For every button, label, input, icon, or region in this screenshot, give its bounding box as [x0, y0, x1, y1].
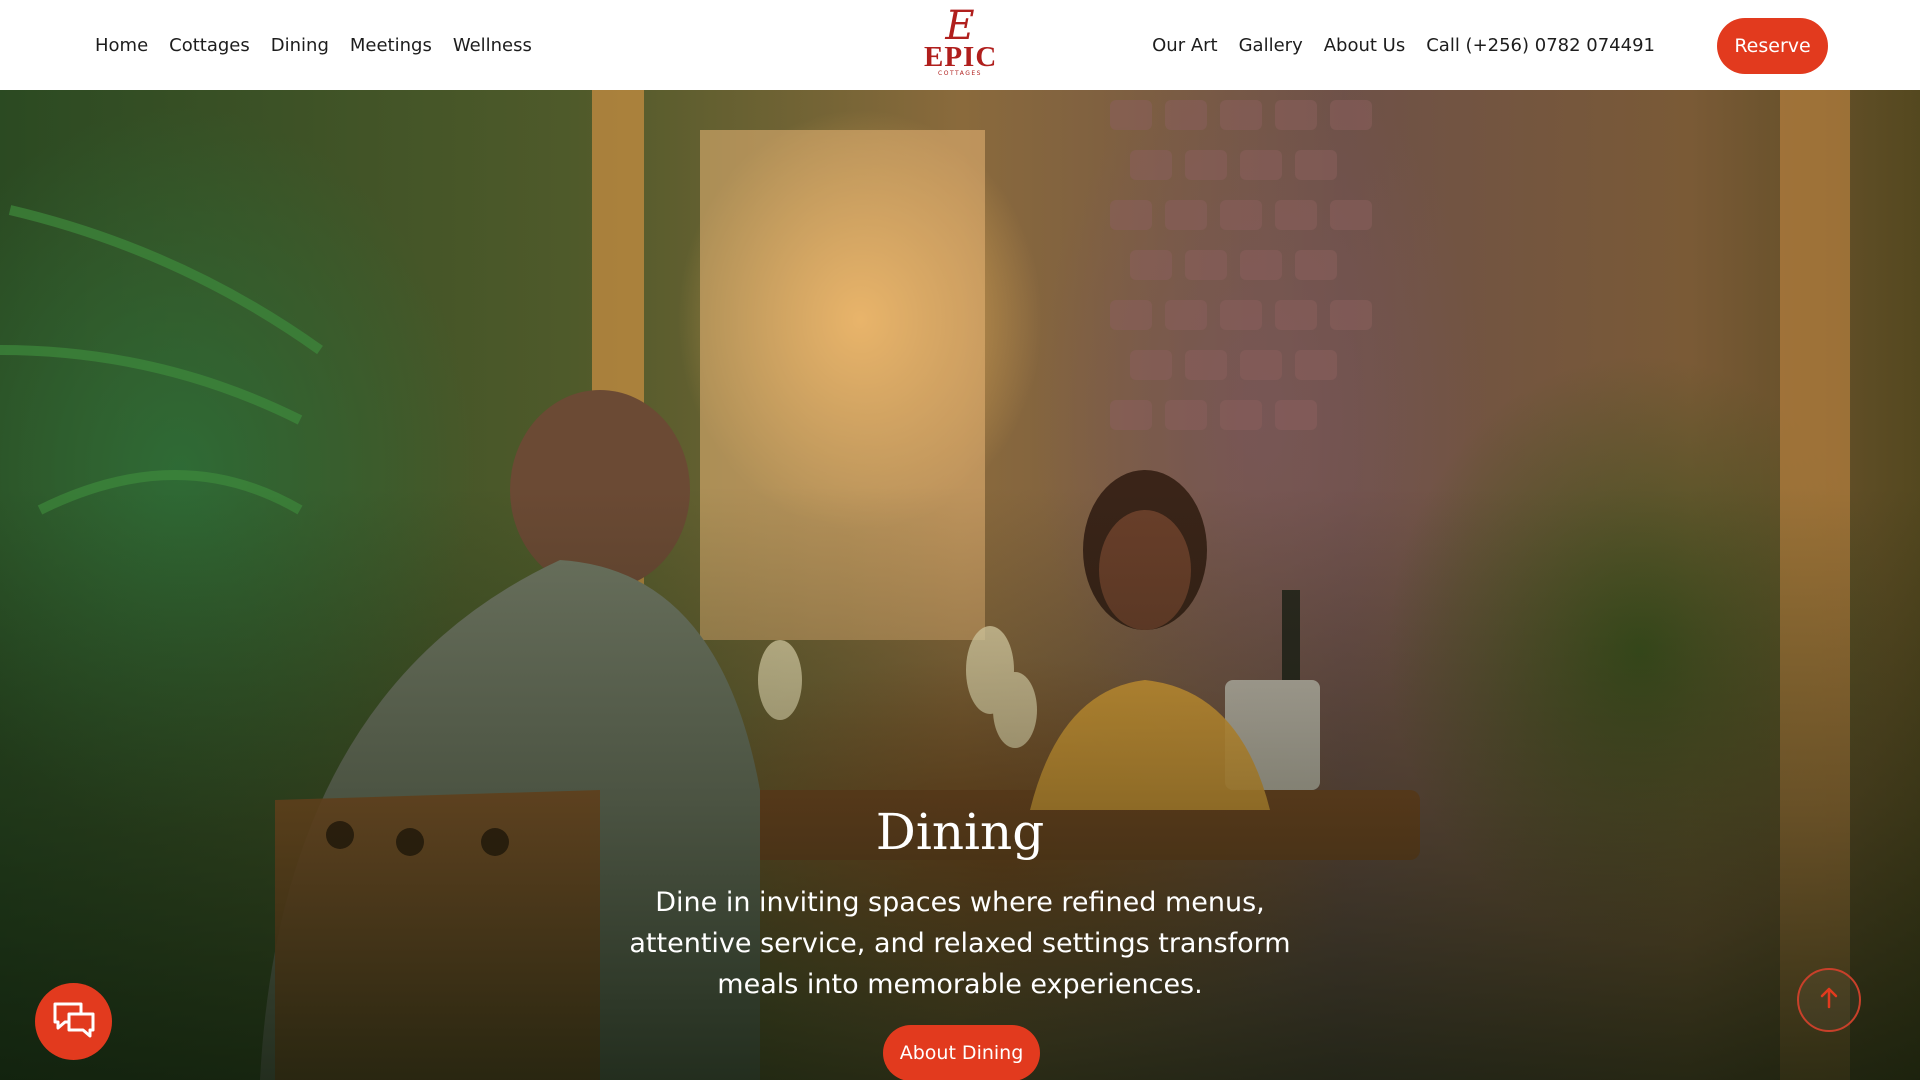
scroll-to-top-button[interactable] [1797, 968, 1861, 1032]
nav-link-about-us[interactable]: About Us [1324, 35, 1406, 56]
nav-link-gallery[interactable]: Gallery [1239, 35, 1303, 56]
chat-button[interactable] [35, 983, 112, 1060]
nav-link-home[interactable]: Home [95, 35, 148, 56]
primary-nav-left: Home Cottages Dining Meetings Wellness [95, 0, 532, 90]
nav-link-dining[interactable]: Dining [271, 35, 329, 56]
nav-link-wellness[interactable]: Wellness [453, 35, 532, 56]
nav-link-cottages[interactable]: Cottages [169, 35, 250, 56]
nav-link-meetings[interactable]: Meetings [350, 35, 432, 56]
logo-script-letter: E [945, 3, 975, 49]
site-logo[interactable]: E EPIC COTTAGES [924, 3, 998, 84]
site-header: Home Cottages Dining Meetings Wellness E… [0, 0, 1920, 90]
reserve-button[interactable]: Reserve [1717, 18, 1828, 74]
arrow-up-icon [1818, 986, 1840, 1014]
logo-wordmark: EPIC [924, 41, 998, 73]
hero-title: Dining [875, 803, 1045, 861]
nav-link-call-phone[interactable]: Call (+256) 0782 074491 [1426, 35, 1655, 56]
hero-description: Dine in inviting spaces where refined me… [629, 887, 1291, 1000]
nav-link-our-art[interactable]: Our Art [1152, 35, 1217, 56]
primary-nav-right: Our Art Gallery About Us Call (+256) 078… [1152, 0, 1655, 90]
chat-bubbles-icon [51, 1000, 97, 1044]
about-dining-button[interactable]: About Dining [883, 1025, 1040, 1080]
hero-section: Dining Dine in inviting spaces where ref… [0, 90, 1920, 1080]
